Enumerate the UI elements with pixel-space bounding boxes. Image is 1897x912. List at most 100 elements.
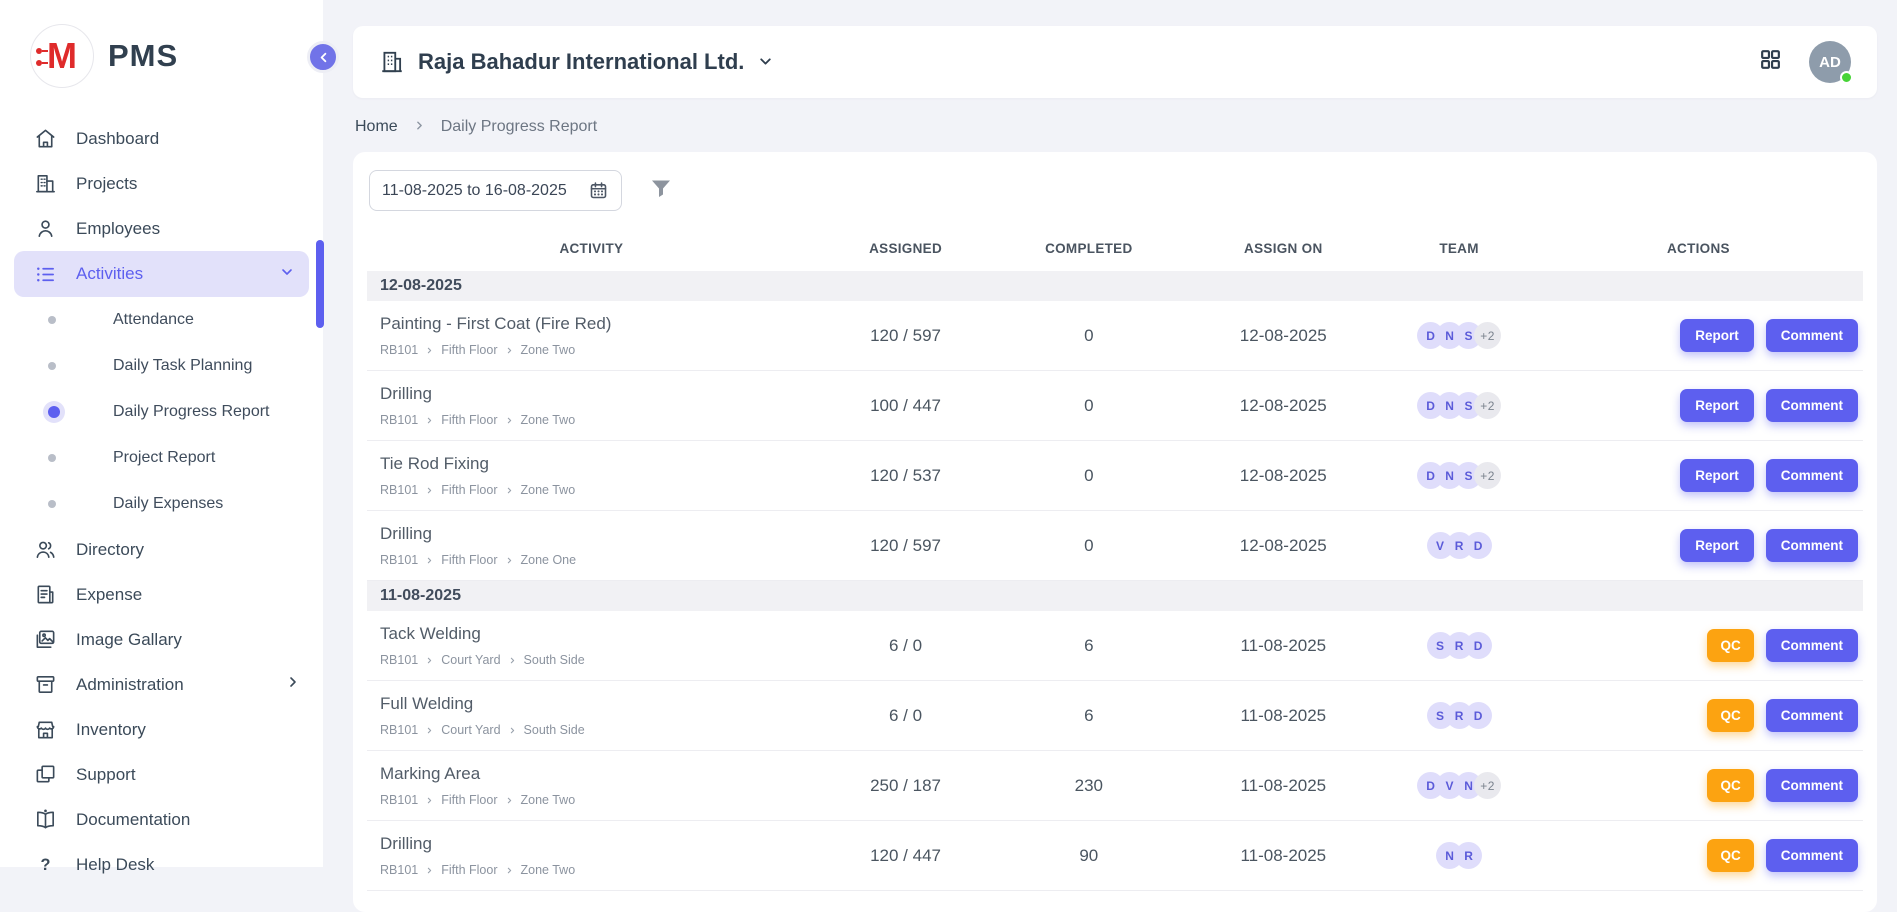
path-segment: Fifth Floor (441, 483, 497, 497)
chevron-right-icon (425, 796, 434, 805)
sidebar-subitem-attendance[interactable]: Attendance (0, 297, 323, 343)
company-selector[interactable]: Raja Bahadur International Ltd. (379, 49, 774, 75)
breadcrumb-home[interactable]: Home (355, 118, 398, 136)
assign-on-value: 12-08-2025 (1182, 536, 1384, 556)
chevron-right-icon (425, 556, 434, 565)
qc-button[interactable]: QC (1707, 699, 1753, 732)
archive-icon (34, 673, 57, 696)
apps-grid-button[interactable] (1758, 47, 1783, 77)
filter-button[interactable] (649, 176, 673, 205)
column-header-completed: COMPLETED (995, 241, 1182, 256)
comment-button[interactable]: Comment (1766, 529, 1858, 562)
path-segment: Zone Two (521, 483, 576, 497)
path-segment: Zone Two (521, 793, 576, 807)
activity-path: RB101Fifth FloorZone Two (380, 793, 806, 807)
report-button[interactable]: Report (1680, 529, 1754, 562)
calendar-icon (588, 180, 609, 201)
team-overflow-badge: +2 (1474, 772, 1501, 799)
person-icon (34, 217, 57, 240)
path-segment: RB101 (380, 793, 418, 807)
chevron-left-icon (316, 50, 331, 65)
comment-button[interactable]: Comment (1766, 389, 1858, 422)
sidebar-subitem-daily-task-planning[interactable]: Daily Task Planning (0, 343, 323, 389)
row-actions: Report Comment (1534, 319, 1863, 352)
path-segment: Zone Two (521, 863, 576, 877)
sidebar-subitem-daily-expenses[interactable]: Daily Expenses (0, 481, 323, 527)
sidebar-subitem-daily-progress-report[interactable]: Daily Progress Report (0, 389, 323, 435)
sidebar-item-label: Inventory (76, 720, 146, 740)
assign-on-value: 12-08-2025 (1182, 466, 1384, 486)
team-overflow-badge: +2 (1474, 462, 1501, 489)
activity-title: Tack Welding (380, 624, 806, 644)
chevron-down-icon (757, 49, 774, 75)
store-icon (34, 718, 57, 741)
sidebar-item-activities[interactable]: Activities (14, 251, 309, 297)
team-member-avatar: D (1465, 702, 1492, 729)
comment-button[interactable]: Comment (1766, 629, 1858, 662)
sidebar-item-support[interactable]: Support (0, 752, 323, 797)
sidebar-item-inventory[interactable]: Inventory (0, 707, 323, 752)
sidebar-item-projects[interactable]: Projects (0, 161, 323, 206)
path-segment: RB101 (380, 553, 418, 567)
qc-button[interactable]: QC (1707, 839, 1753, 872)
comment-button[interactable]: Comment (1766, 699, 1858, 732)
building-icon (34, 172, 57, 195)
completed-value: 0 (995, 536, 1182, 556)
report-button[interactable]: Report (1680, 459, 1754, 492)
sidebar-collapse-button[interactable] (307, 41, 339, 73)
qc-button[interactable]: QC (1707, 769, 1753, 802)
sidebar-item-label: Projects (76, 174, 137, 194)
sidebar-item-image-gallary[interactable]: Image Gallary (0, 617, 323, 662)
team-avatars: DVN+2 (1384, 772, 1534, 799)
content-card: 11-08-2025 to 16-08-2025 ACTIVITY ASSIGN… (353, 152, 1877, 912)
sidebar-subitem-label: Daily Expenses (113, 495, 223, 513)
comment-button[interactable]: Comment (1766, 319, 1858, 352)
sidebar-item-employees[interactable]: Employees (0, 206, 323, 251)
sidebar-item-label: Activities (76, 264, 143, 284)
team-avatars: NR (1384, 842, 1534, 869)
path-segment: Zone Two (521, 413, 576, 427)
column-header-actions: ACTIONS (1534, 241, 1863, 256)
chevron-down-icon (279, 264, 295, 285)
path-segment: Fifth Floor (441, 413, 497, 427)
sidebar-item-administration[interactable]: Administration (0, 662, 323, 707)
qc-button[interactable]: QC (1707, 629, 1753, 662)
row-actions: Report Comment (1534, 389, 1863, 422)
report-button[interactable]: Report (1680, 389, 1754, 422)
bullet-dot-icon (48, 316, 56, 324)
table-body: 12-08-2025Painting - First Coat (Fire Re… (367, 271, 1863, 891)
row-actions: QC Comment (1534, 839, 1863, 872)
comment-button[interactable]: Comment (1766, 459, 1858, 492)
sidebar-subitem-project-report[interactable]: Project Report (0, 435, 323, 481)
row-actions: Report Comment (1534, 529, 1863, 562)
people-icon (34, 538, 57, 561)
sidebar-item-expense[interactable]: Expense (0, 572, 323, 617)
activity-path: RB101Fifth FloorZone Two (380, 413, 806, 427)
team-avatars: SRD (1384, 632, 1534, 659)
home-icon (34, 127, 57, 150)
team-avatars: DNS+2 (1384, 462, 1534, 489)
sidebar-subitem-label: Daily Progress Report (113, 403, 270, 421)
report-button[interactable]: Report (1680, 319, 1754, 352)
sidebar-item-directory[interactable]: Directory (0, 527, 323, 572)
date-range-input[interactable]: 11-08-2025 to 16-08-2025 (369, 170, 622, 211)
image-icon (34, 628, 57, 651)
user-avatar[interactable]: AD (1809, 41, 1851, 83)
breadcrumb: Home Daily Progress Report (355, 116, 597, 137)
path-segment: Fifth Floor (441, 863, 497, 877)
path-segment: RB101 (380, 483, 418, 497)
date-group-header: 12-08-2025 (367, 271, 1863, 301)
sidebar-item-label: Image Gallary (76, 630, 182, 650)
bullet-dot-icon (48, 454, 56, 462)
sidebar-item-dashboard[interactable]: Dashboard (0, 116, 323, 161)
assigned-value: 100 / 447 (816, 396, 996, 416)
sidebar-item-documentation[interactable]: Documentation (0, 797, 323, 842)
table-header-row: ACTIVITY ASSIGNED COMPLETED ASSIGN ON TE… (367, 225, 1863, 271)
team-avatars: VRD (1384, 532, 1534, 559)
sidebar-subitem-label: Daily Task Planning (113, 357, 252, 375)
comment-button[interactable]: Comment (1766, 769, 1858, 802)
comment-button[interactable]: Comment (1766, 839, 1858, 872)
completed-value: 90 (995, 846, 1182, 866)
chevron-right-icon (425, 346, 434, 355)
sidebar-item-label: Employees (76, 219, 160, 239)
